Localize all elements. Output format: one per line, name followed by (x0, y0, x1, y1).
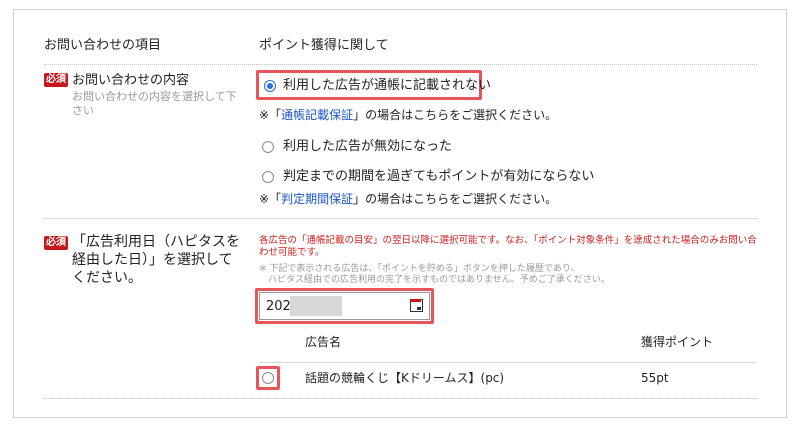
table-header-ad-name: 広告名 (305, 335, 342, 349)
note-prefix: ※「 (259, 192, 282, 206)
row-divider (44, 64, 757, 65)
row-label-inquiry-item: お問い合わせの項目 (44, 38, 162, 53)
row-label-usage-date-line1: 「広告利用日（ハピタスを (72, 234, 240, 250)
row-label-usage-date-line2: 経由した日）」を選択して (72, 252, 233, 268)
note-period-guarantee: ※「判定期間保証」の場合はこちらをご選択ください。 (259, 192, 557, 207)
radio-option-invalid[interactable] (262, 141, 274, 153)
usage-date-input[interactable]: 2021 (259, 292, 430, 320)
option-label-invalid[interactable]: 利用した広告が無効になった (283, 139, 452, 155)
row-divider (44, 398, 757, 399)
row-label-inquiry-content: お問い合わせの内容 (72, 73, 190, 88)
radio-option-period-exceeded[interactable] (262, 171, 274, 183)
row-hint-line2: さい (72, 104, 94, 117)
calendar-icon[interactable] (410, 299, 423, 312)
note-prefix: ※「 (259, 108, 282, 122)
row-label-usage-date-line3: ください。 (72, 270, 142, 286)
redacted-date-portion (290, 296, 342, 316)
option-label-period-exceeded[interactable]: 判定までの期間を過ぎてもポイントが有効にならない (283, 169, 594, 185)
required-badge: 必須 (44, 73, 68, 87)
required-badge: 必須 (44, 236, 68, 250)
row-hint-line1: お問い合わせの内容を選択して下 (72, 90, 237, 103)
row-value-inquiry-item: ポイント獲得に関して (259, 38, 389, 53)
link-passbook-guarantee[interactable]: 通帳記載保証 (281, 108, 353, 122)
warning-line1: 各広告の「通帳記載の目安」の翌日以降に選択可能です。なお、「ポイント対象条件」を… (259, 235, 757, 246)
note-suffix: 」の場合はこちらをご選択ください。 (353, 108, 558, 122)
table-cell-points: 55pt (641, 371, 669, 385)
history-note-line1: ※ 下記で表示される広告は、「ポイントを貯める」ボタンを押した履歴であり、 (259, 264, 580, 274)
table-header-points: 獲得ポイント (641, 335, 714, 349)
history-note-line2: ハピタス経由での広告利用の完了を示すものではありません。予めご了承ください。 (259, 275, 610, 285)
radio-option-not-recorded[interactable] (264, 80, 276, 92)
note-suffix: 」の場合はこちらをご選択ください。 (353, 192, 558, 206)
option-label-not-recorded[interactable]: 利用した広告が通帳に記載されない (283, 78, 491, 94)
table-cell-ad-name: 話題の競輪くじ【Kドリームス】(pc) (305, 371, 505, 385)
radio-ad-select[interactable] (262, 372, 274, 384)
note-passbook-guarantee: ※「通帳記載保証」の場合はこちらをご選択ください。 (259, 108, 557, 123)
link-period-guarantee[interactable]: 判定期間保証 (281, 192, 353, 206)
warning-line2: わせ可能です。 (259, 247, 325, 258)
row-divider (44, 218, 757, 219)
table-header-divider (259, 362, 756, 363)
